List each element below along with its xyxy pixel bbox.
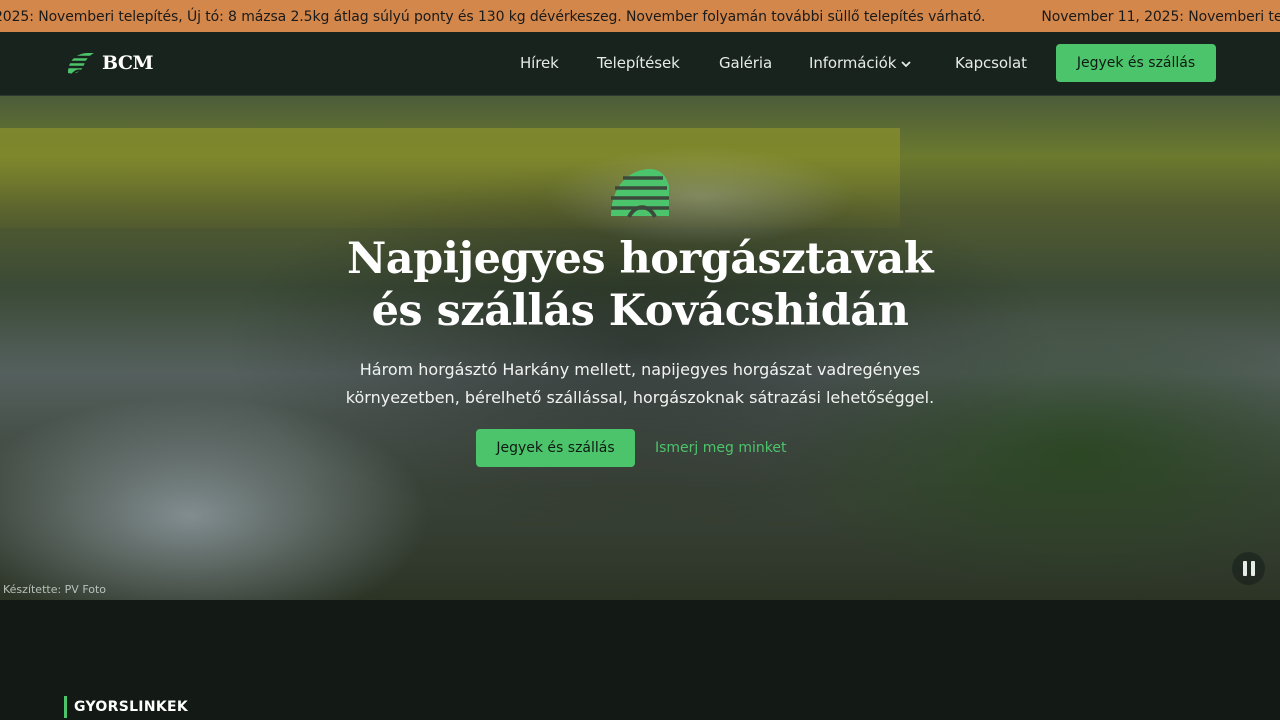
- nav-item-informaciok[interactable]: Információk: [809, 32, 912, 95]
- announcement-ticker: 2025: Novemberi telepítés, Új tó: 8 mázs…: [0, 0, 1280, 32]
- hero-section: Napijegyes horgásztavak és szállás Kovác…: [0, 96, 1280, 600]
- about-us-link[interactable]: Ismerj meg minket: [655, 429, 786, 467]
- ticker-message: November 11, 2025: Novemberi telep: [1041, 9, 1280, 25]
- navbar: BCM Hírek Telepítések Galéria Információ…: [0, 32, 1280, 96]
- hero-title-line1: Napijegyes horgásztavak: [346, 234, 934, 284]
- pause-icon-bar: [1242, 561, 1247, 576]
- chevron-down-icon: [901, 60, 911, 67]
- nav-item-telepitesek[interactable]: Telepítések: [597, 32, 680, 95]
- nav-item-galeria[interactable]: Galéria: [719, 32, 772, 95]
- quicklinks-heading: GYORSLINKEK: [64, 696, 188, 718]
- hero-subtitle-line1: Három horgásztó Harkány mellett, napijeg…: [359, 360, 921, 379]
- photo-credit: Készítette: PV Foto: [3, 583, 107, 596]
- hero-content: Napijegyes horgásztavak és szállás Kovác…: [0, 96, 1280, 600]
- pause-icon-bar: [1250, 561, 1255, 576]
- video-pause-button[interactable]: [1232, 552, 1265, 585]
- nav-item-hirek[interactable]: Hírek: [520, 32, 559, 95]
- tickets-button[interactable]: Jegyek és szállás: [1056, 44, 1216, 82]
- nav-item-kapcsolat[interactable]: Kapcsolat: [955, 32, 1027, 95]
- fish-leaf-logo-icon: [611, 169, 669, 218]
- hero-title-line2: és szállás Kovácshidán: [371, 286, 909, 336]
- hero-subtitle-line2: környezetben, bérelhető szállással, horg…: [345, 388, 935, 407]
- hero-tickets-button[interactable]: Jegyek és szállás: [476, 429, 635, 467]
- hero-subtitle: Három horgásztó Harkány mellett, napijeg…: [320, 356, 960, 412]
- hero-title: Napijegyes horgásztavak és szállás Kovác…: [290, 233, 990, 337]
- nav-item-informaciok-label: Információk: [809, 54, 897, 72]
- ticker-message: 2025: Novemberi telepítés, Új tó: 8 mázs…: [0, 9, 986, 25]
